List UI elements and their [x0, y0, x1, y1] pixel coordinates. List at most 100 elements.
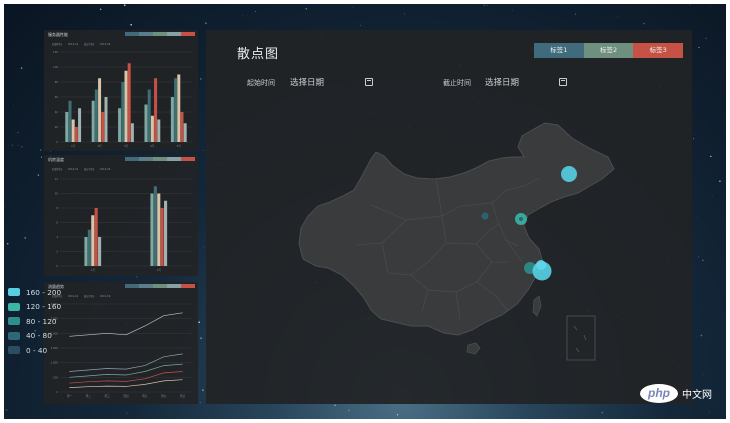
- scatter-point[interactable]: [481, 212, 489, 220]
- series-line: [69, 312, 183, 337]
- star: [205, 22, 207, 25]
- scatter-legend: 160 - 200 120 - 160 80 - 120 40 - 80 0 -…: [8, 285, 61, 358]
- y-tick-label: 20: [55, 125, 59, 129]
- star: [396, 414, 399, 416]
- bar: [101, 112, 105, 142]
- star: [351, 7, 353, 9]
- y-tick-label: 12: [55, 177, 59, 181]
- bar: [84, 237, 88, 266]
- star: [125, 19, 127, 20]
- star: [49, 151, 51, 152]
- scatter-point[interactable]: [561, 166, 577, 182]
- bar: [157, 119, 161, 142]
- star: [689, 4, 691, 6]
- legend-label: 80 - 120: [26, 316, 57, 326]
- y-tick-label: 0: [56, 264, 58, 268]
- star: [693, 138, 695, 140]
- line-chart: 3,0002,5002,0001,5001,0005000周一 周二 周三 周四 周五周…: [51, 302, 192, 398]
- watermark-text: 中文网: [682, 390, 712, 401]
- x-tick-label: 2号: [157, 268, 162, 272]
- star: [305, 8, 307, 10]
- x-tick-label: 3号: [124, 144, 129, 148]
- bar: [157, 193, 161, 266]
- star: [486, 4, 488, 6]
- x-tick-label: 1号: [91, 268, 96, 272]
- bar-chart: 120 100 80 60 40 20 0 1号 2号 3号 4号 5号: [53, 50, 192, 148]
- star: [334, 404, 336, 407]
- bar: [65, 112, 69, 142]
- scatter-main-panel: 散点图 标签1 标签2 标签3 起始时间 选择日期 截止时间 选择日期: [206, 30, 692, 404]
- map-taiwan: [532, 295, 542, 317]
- star: [707, 77, 708, 79]
- x-tick-label: 4号: [150, 144, 155, 148]
- bar: [177, 74, 181, 142]
- south-sea-inset: [566, 315, 596, 361]
- star: [254, 11, 256, 12]
- y-tick-label: 1,000: [51, 361, 59, 365]
- dashboard-frame: 服务器性能 起始时间 2019-01 截止时间 2019-06 120 100 80…: [4, 4, 726, 419]
- bar: [144, 104, 148, 142]
- x-tick-label: 周日: [180, 394, 186, 398]
- legend-label: 0 - 40: [26, 345, 48, 355]
- bar: [174, 78, 178, 142]
- legend-label: 120 - 160: [26, 302, 62, 312]
- bar: [150, 193, 154, 266]
- traffic-panel: 流量趋势 起始时间 2019-01 截止时间 2019-06 3,000 2,50…: [44, 282, 198, 404]
- star: [200, 337, 202, 339]
- x-tick-label: 5号: [177, 144, 182, 148]
- series-line: [69, 379, 183, 388]
- performance-panel: 服务器性能 起始时间 2019-01 截止时间 2019-06 120 100 80…: [44, 30, 198, 151]
- star: [13, 105, 14, 107]
- y-tick-label: 80: [55, 80, 59, 84]
- star: [17, 144, 19, 146]
- bar: [153, 186, 157, 266]
- star: [348, 409, 350, 412]
- star: [710, 155, 712, 158]
- scatter-point[interactable]: [536, 260, 546, 270]
- x-tick-label: 周一: [67, 394, 73, 398]
- x-tick-label: 周五: [142, 394, 148, 398]
- star: [403, 13, 405, 15]
- y-tick-label: 60: [55, 95, 59, 99]
- y-tick-label: 100: [53, 65, 58, 69]
- bar: [74, 127, 78, 142]
- bar: [127, 63, 131, 142]
- legend-item[interactable]: 80 - 120: [8, 314, 61, 329]
- bar: [183, 123, 187, 142]
- legend-item[interactable]: 160 - 200: [8, 285, 61, 300]
- star: [99, 8, 102, 11]
- x-tick-label: 周三: [105, 394, 111, 398]
- php-logo: php: [640, 384, 678, 403]
- legend-item[interactable]: 40 - 80: [8, 329, 61, 344]
- star: [574, 13, 577, 15]
- star: [512, 9, 513, 11]
- bar: [170, 97, 174, 142]
- legend-item[interactable]: 0 - 40: [8, 343, 61, 358]
- star: [710, 5, 712, 7]
- star: [200, 78, 202, 80]
- star: [702, 259, 704, 261]
- star: [4, 205, 5, 207]
- star: [705, 37, 707, 40]
- star: [6, 242, 9, 245]
- map-hainan: [466, 342, 481, 355]
- star: [199, 402, 201, 404]
- bar: [130, 123, 134, 142]
- y-tick-label: 8: [56, 206, 58, 210]
- star: [601, 411, 604, 414]
- star: [17, 131, 19, 134]
- x-tick-label: 2号: [97, 144, 102, 148]
- star: [709, 411, 710, 413]
- bar: [164, 200, 168, 266]
- star: [6, 409, 8, 411]
- china-map[interactable]: [206, 30, 692, 404]
- star: [719, 180, 721, 183]
- bar: [104, 97, 108, 142]
- map-mainland: [298, 122, 615, 336]
- star: [20, 67, 23, 69]
- y-tick-label: 2: [56, 250, 58, 254]
- bar: [118, 108, 122, 142]
- star: [126, 412, 128, 414]
- star: [21, 146, 23, 148]
- legend-item[interactable]: 120 - 160: [8, 300, 61, 315]
